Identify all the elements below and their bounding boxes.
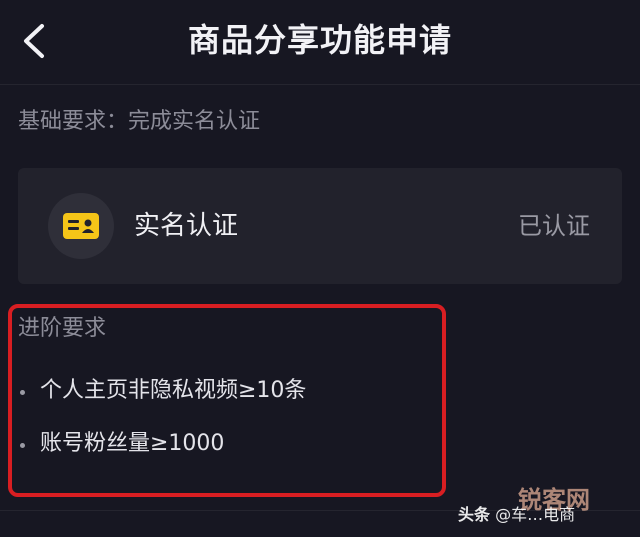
verification-status: 已认证 <box>518 212 590 240</box>
watermark-source: 头条 @车…电商 <box>458 504 575 526</box>
watermark-brand: 头条 <box>458 505 491 524</box>
watermark-author: @车…电商 <box>495 505 576 524</box>
verification-label: 实名认证 <box>134 211 239 241</box>
id-card-icon <box>63 213 99 239</box>
header-bar: 商品分享功能申请 <box>0 0 640 84</box>
requirement-item-videos: 个人主页非隐私视频≥10条 <box>40 378 307 403</box>
basic-requirement-text: 基础要求：完成实名认证 <box>18 109 261 134</box>
bullet-dot <box>20 443 25 448</box>
verification-card[interactable]: 实名认证 已认证 <box>18 168 622 284</box>
page-title: 商品分享功能申请 <box>187 21 452 59</box>
requirement-item-followers: 账号粉丝量≥1000 <box>40 431 225 456</box>
bullet-dot <box>20 390 25 395</box>
id-card-icon-wrapper <box>48 193 114 259</box>
header-divider <box>0 84 640 85</box>
advanced-requirement-title: 进阶要求 <box>18 316 107 341</box>
